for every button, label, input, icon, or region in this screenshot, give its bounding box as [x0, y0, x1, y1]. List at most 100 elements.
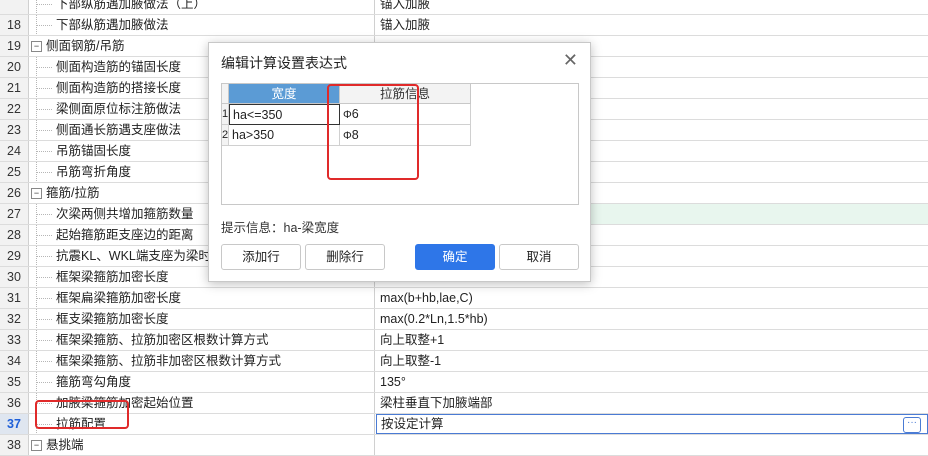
tree-line — [36, 172, 52, 173]
row-number: 26 — [0, 183, 29, 203]
setting-label: 侧面构造筋的锚固长度 — [56, 60, 182, 74]
delete-row-button[interactable]: 删除行 — [305, 244, 385, 270]
setting-value[interactable] — [376, 435, 928, 455]
setting-value[interactable]: 梁柱垂直下加腋端部 — [376, 393, 928, 413]
tree-line — [36, 340, 52, 341]
setting-value-text: 按设定计算 — [381, 417, 444, 431]
setting-label: 抗震KL、WKL端支座为梁时， — [56, 249, 224, 263]
setting-value[interactable]: 向上取整-1 — [376, 351, 928, 371]
row-number: 35 — [0, 372, 29, 392]
setting-label: 侧面构造筋的搭接长度 — [56, 81, 182, 95]
setting-label: 侧面钢筋/吊筋 — [46, 39, 125, 53]
table-row[interactable]: 35 箍筋弯勾角度 135° — [0, 372, 928, 393]
setting-value-text: 梁柱垂直下加腋端部 — [380, 396, 493, 410]
highlight-box-row — [35, 400, 129, 429]
table-row[interactable]: 18 下部纵筋遇加腋做法 锚入加腋 — [0, 15, 928, 36]
setting-name: 下部纵筋遇加腋做法（上） — [28, 0, 375, 14]
row-number: 37 — [0, 414, 29, 434]
tree-line — [36, 0, 53, 14]
group-row[interactable]: 38− 悬挑端 — [0, 435, 928, 456]
setting-name: 框架扁梁箍筋加密长度 — [28, 288, 375, 308]
row-number: 36 — [0, 393, 29, 413]
setting-label: 框架梁箍筋、拉筋加密区根数计算方式 — [56, 333, 269, 347]
setting-value[interactable]: 135° — [376, 372, 928, 392]
row-number: 20 — [0, 57, 29, 77]
collapse-icon[interactable]: − — [31, 440, 42, 452]
add-row-button[interactable]: 添加行 — [221, 244, 301, 270]
table-row-number: 2 — [222, 125, 229, 146]
setting-label: 吊筋弯折角度 — [56, 165, 132, 179]
setting-name: − 悬挑端 — [28, 435, 375, 455]
row-number — [0, 0, 29, 14]
row-number: 24 — [0, 141, 29, 161]
tree-line — [36, 109, 52, 110]
row-number: 25 — [0, 162, 29, 182]
setting-value-text: max(0.2*Ln,1.5*hb) — [380, 312, 488, 326]
setting-value[interactable]: 向上取整+1 — [376, 330, 928, 350]
tree-line — [36, 277, 52, 278]
table-row[interactable]: 32 框支梁箍筋加密长度 max(0.2*Ln,1.5*hb) — [0, 309, 928, 330]
tree-line — [36, 361, 52, 362]
row-number: 31 — [0, 288, 29, 308]
setting-name: 框支梁箍筋加密长度 — [28, 309, 375, 329]
table-row[interactable]: 37 拉筋配置 按设定计算 ··· — [0, 414, 928, 435]
setting-label: 侧面通长筋遇支座做法 — [56, 123, 182, 137]
tree-line — [36, 319, 52, 320]
tree-line — [36, 256, 52, 257]
table-row[interactable]: 34 框架梁箍筋、拉筋非加密区根数计算方式 向上取整-1 — [0, 351, 928, 372]
setting-label: 起始箍筋距支座边的距离 — [56, 228, 194, 242]
setting-name: 箍筋弯勾角度 — [28, 372, 375, 392]
collapse-icon[interactable]: − — [31, 188, 42, 200]
setting-value-text: max(b+hb,lae,C) — [380, 291, 473, 305]
tree-line — [36, 67, 52, 68]
setting-label: 梁侧面原位标注筋做法 — [56, 102, 182, 116]
table-row[interactable]: 36 加腋梁箍筋加密起始位置 梁柱垂直下加腋端部 — [0, 393, 928, 414]
setting-name: 下部纵筋遇加腋做法 — [28, 15, 375, 35]
edit-expression-dialog: 编辑计算设置表达式 ✕ 宽度 拉筋信息 1 ha<=350 Φ6 2 ha>35… — [208, 42, 591, 282]
ok-button[interactable]: 确定 — [415, 244, 495, 270]
setting-label: 悬挑端 — [46, 438, 84, 452]
tree-line — [36, 25, 52, 26]
setting-value[interactable]: 锚入加腋 — [376, 0, 928, 14]
row-number: 23 — [0, 120, 29, 140]
tree-line — [36, 235, 52, 236]
highlight-box-rebar — [327, 84, 419, 180]
setting-label: 箍筋弯勾角度 — [56, 375, 132, 389]
setting-value[interactable]: 按设定计算 ··· — [376, 414, 928, 434]
width-cell[interactable]: ha<=350 — [229, 104, 340, 125]
setting-value-text: 锚入加腋 — [380, 0, 431, 11]
setting-value[interactable]: 锚入加腋 — [376, 15, 928, 35]
setting-value[interactable]: max(b+hb,lae,C) — [376, 288, 928, 308]
collapse-icon[interactable]: − — [31, 41, 42, 53]
row-number: 33 — [0, 330, 29, 350]
width-cell[interactable]: ha>350 — [229, 125, 340, 146]
cancel-button[interactable]: 取消 — [499, 244, 579, 270]
setting-value-text: 向上取整+1 — [380, 333, 445, 347]
column-header-width[interactable]: 宽度 — [229, 84, 340, 104]
table-row[interactable]: 31 框架扁梁箍筋加密长度 max(b+hb,lae,C) — [0, 288, 928, 309]
more-options-button[interactable]: ··· — [903, 417, 921, 433]
setting-label: 框架扁梁箍筋加密长度 — [56, 291, 182, 305]
table-row[interactable]: 下部纵筋遇加腋做法（上） 锚入加腋 — [0, 0, 928, 15]
setting-value[interactable]: max(0.2*Ln,1.5*hb) — [376, 309, 928, 329]
setting-label: 下部纵筋遇加腋做法 — [56, 18, 169, 32]
row-number: 22 — [0, 99, 29, 119]
tree-line — [36, 214, 52, 215]
setting-name: 框架梁箍筋、拉筋非加密区根数计算方式 — [28, 351, 375, 371]
setting-label: 箍筋/拉筋 — [46, 186, 100, 200]
row-number: 18 — [0, 15, 29, 35]
row-number: 21 — [0, 78, 29, 98]
dialog-title: 编辑计算设置表达式 — [221, 55, 347, 71]
setting-value-text: 135° — [380, 375, 406, 389]
tree-line — [36, 298, 52, 299]
setting-label: 吊筋锚固长度 — [56, 144, 132, 158]
row-number: 29 — [0, 246, 29, 266]
setting-label: 次梁两侧共增加箍筋数量 — [56, 207, 194, 221]
setting-label: 框架梁箍筋加密长度 — [56, 270, 169, 284]
tree-line — [36, 4, 52, 5]
close-icon[interactable]: ✕ — [563, 51, 578, 69]
setting-label: 下部纵筋遇加腋做法（上） — [56, 0, 207, 11]
table-row[interactable]: 33 框架梁箍筋、拉筋加密区根数计算方式 向上取整+1 — [0, 330, 928, 351]
row-number: 38 — [0, 435, 29, 455]
setting-label: 框架梁箍筋、拉筋非加密区根数计算方式 — [56, 354, 282, 368]
